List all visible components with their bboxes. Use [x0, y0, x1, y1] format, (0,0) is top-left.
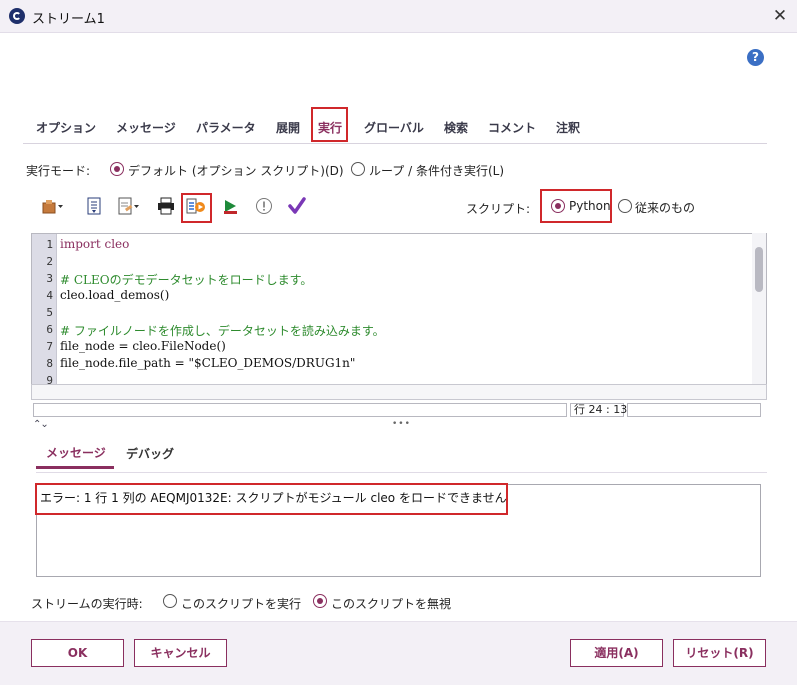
exec-mode-loop-label[interactable]: ループ / 条件付き実行(L) [369, 162, 504, 179]
tab-parameters[interactable]: パラメータ [196, 119, 256, 136]
run-this-script-label[interactable]: このスクリプトを実行 [181, 595, 301, 612]
save-script-icon[interactable] [84, 197, 104, 217]
exec-mode-loop-radio[interactable] [351, 162, 365, 176]
cursor-position: 行 24 : 13 [570, 403, 627, 417]
script-type-label: スクリプト: [466, 202, 531, 216]
tab-globals[interactable]: グローバル [364, 119, 424, 136]
script-legacy-label[interactable]: 従来のもの [635, 199, 695, 216]
line-number: 2 [46, 255, 53, 268]
ignore-this-script-label[interactable]: このスクリプトを無視 [331, 595, 451, 612]
status-field-right [627, 403, 761, 417]
exec-mode-default-radio[interactable] [110, 162, 124, 176]
close-button[interactable]: ✕ [768, 4, 792, 28]
run-selected-highlight [181, 193, 212, 223]
line-number: 1 [46, 238, 53, 251]
code-line: cleo.load_demos() [60, 288, 170, 302]
check-syntax-icon[interactable] [254, 197, 274, 217]
tab-annotations[interactable]: 注釈 [556, 119, 580, 136]
tab-debug[interactable]: デバッグ [126, 445, 174, 462]
import-script-icon[interactable] [42, 197, 63, 217]
tab-expand[interactable]: 展開 [276, 119, 300, 136]
script-legacy-radio[interactable] [618, 199, 632, 213]
line-number: 7 [46, 340, 53, 353]
ok-button[interactable]: OK [31, 639, 124, 667]
tab-search[interactable]: 検索 [444, 119, 468, 136]
active-tab-underline [36, 466, 114, 469]
tab-comments[interactable]: コメント [488, 119, 536, 136]
on-stream-run-label: ストリームの実行時: [31, 597, 143, 611]
code-line: # CLEOのデモデータセットをロードします。 [60, 273, 313, 287]
apply-button[interactable]: 適用(A) [570, 639, 663, 667]
python-highlight [540, 189, 612, 223]
exec-mode-default-label[interactable]: デフォルト (オプション スクリプト)(D) [128, 162, 344, 179]
run-script-icon[interactable] [221, 197, 241, 217]
code-line: file_node = cleo.FileNode() [60, 339, 226, 353]
message-tab-divider [36, 472, 767, 473]
line-number: 3 [46, 272, 53, 285]
line-number: 5 [46, 306, 53, 319]
help-icon[interactable]: ? [747, 49, 764, 66]
editor-horizontal-scrollbar[interactable] [31, 384, 767, 400]
script-editor[interactable]: 1 2 3 4 5 6 7 8 9 import cleo # CLEOのデモデ… [31, 233, 767, 385]
collapse-toggle-icon[interactable]: ⌃⌄ [33, 419, 49, 430]
cancel-button[interactable]: キャンセル [134, 639, 227, 667]
code-line: file_node.file_path = "$CLEO_DEMOS/DRUG1… [60, 356, 356, 370]
edit-script-icon[interactable] [118, 197, 139, 217]
verify-icon[interactable] [287, 197, 307, 217]
run-this-script-radio[interactable] [163, 594, 177, 608]
line-number: 6 [46, 323, 53, 336]
app-icon [9, 8, 25, 24]
code-line: # ファイルノードを作成し、データセットを読み込みます。 [60, 324, 385, 338]
line-number: 4 [46, 289, 53, 302]
tab-options[interactable]: オプション [36, 119, 96, 136]
tab-divider [23, 143, 767, 144]
active-tab-highlight [311, 107, 348, 142]
line-number-gutter: 1 2 3 4 5 6 7 8 9 [32, 234, 57, 384]
editor-scroll-thumb[interactable] [755, 247, 763, 292]
tab-message[interactable]: メッセージ [46, 444, 106, 461]
splitter-handle[interactable]: ••• [392, 419, 411, 429]
code-line: import cleo [60, 237, 130, 251]
window-title: ストリーム1 [32, 12, 105, 27]
status-field-left [33, 403, 567, 417]
ignore-this-script-radio[interactable] [313, 594, 327, 608]
error-message: エラー: 1 行 1 列の AEQMJ0132E: スクリプトがモジュール cl… [40, 491, 507, 505]
reset-button[interactable]: リセット(R) [673, 639, 766, 667]
title-bar [0, 0, 797, 33]
print-icon[interactable] [156, 197, 176, 217]
tab-messages[interactable]: メッセージ [116, 119, 176, 136]
exec-mode-label: 実行モード: [26, 164, 91, 178]
line-number: 8 [46, 357, 53, 370]
